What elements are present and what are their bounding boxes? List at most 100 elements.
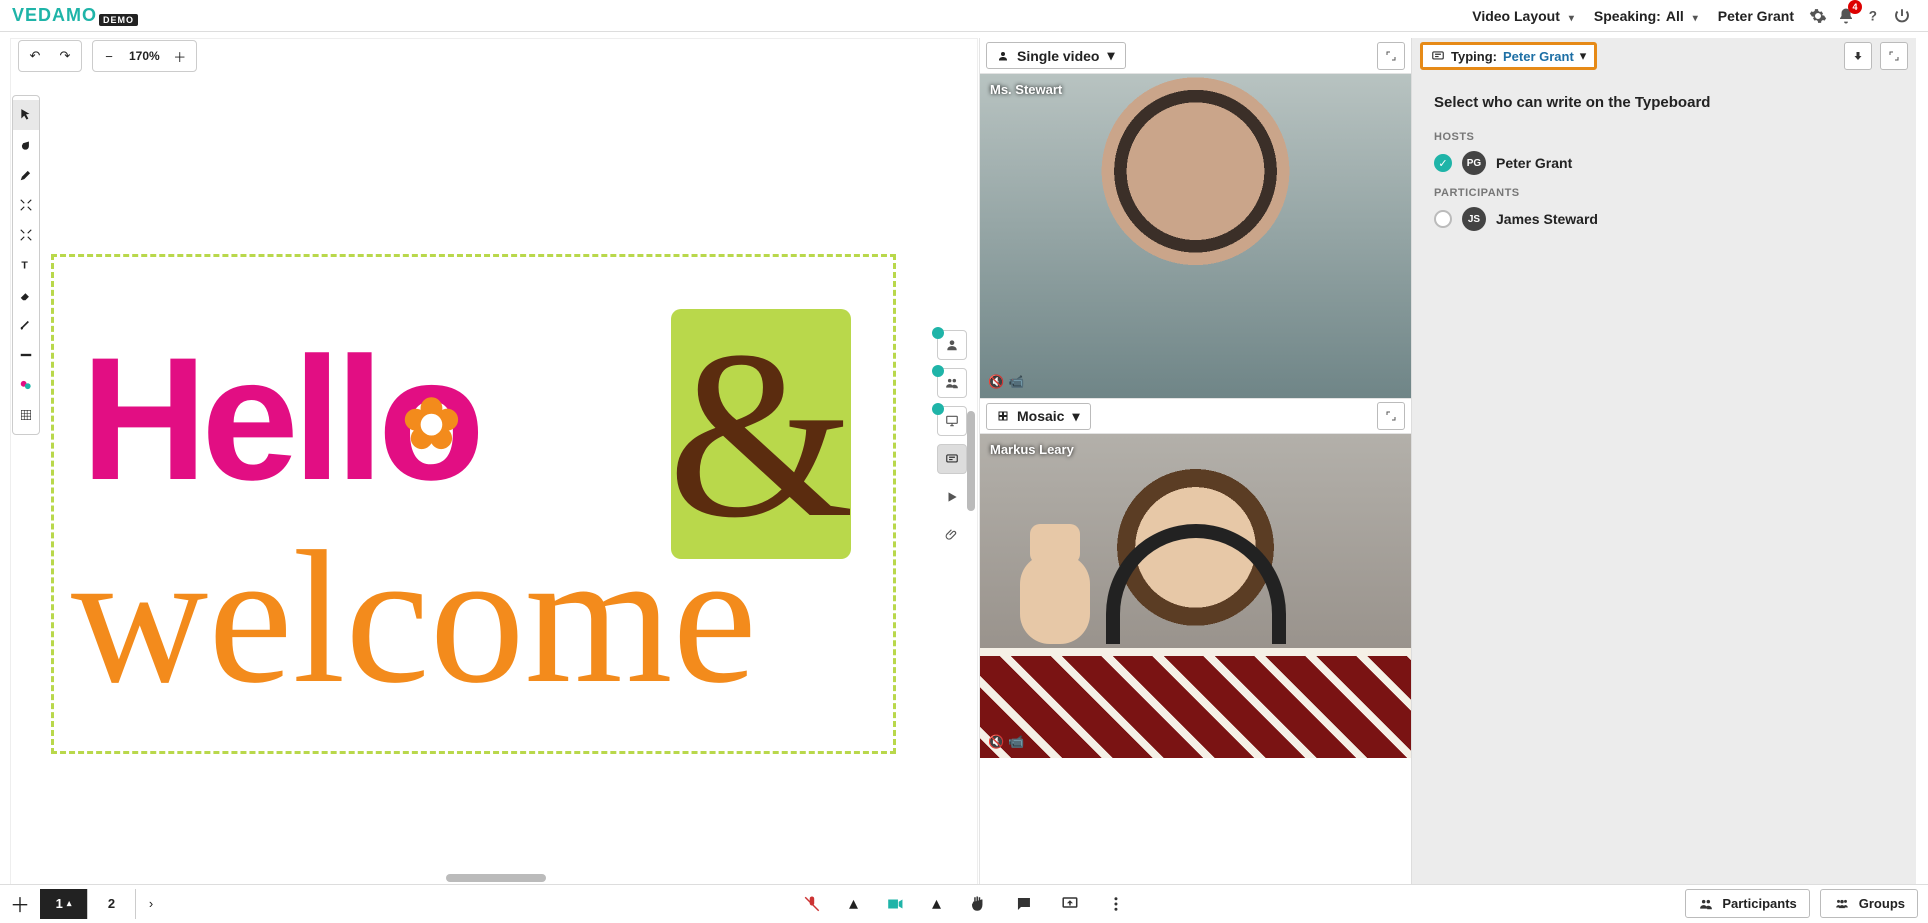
host-row[interactable]: ✓ PG Peter Grant (1434, 151, 1894, 175)
svg-text:T: T (21, 260, 28, 272)
groups-button[interactable]: Groups (1820, 889, 1918, 918)
host-name: Peter Grant (1496, 155, 1572, 171)
video-tile-1-name: Ms. Stewart (990, 82, 1062, 97)
help-icon: ? (1865, 7, 1883, 25)
canvas-scroll-h[interactable] (446, 874, 546, 882)
speaking-label: Speaking: (1594, 8, 1661, 24)
attach-button[interactable] (937, 520, 967, 550)
screen-button[interactable] (937, 406, 967, 436)
hosts-label: HOSTS (1434, 131, 1894, 143)
hand-icon (19, 138, 33, 152)
panel-down-button[interactable] (1844, 42, 1872, 70)
settings-button[interactable] (1804, 2, 1832, 30)
host-checked-icon[interactable]: ✓ (1434, 154, 1452, 172)
speaking-menu[interactable]: Speaking: All (1584, 8, 1708, 24)
sweater-graphic (980, 648, 1411, 758)
video-tile-1[interactable]: Ms. Stewart 🔇 📹 (980, 74, 1411, 398)
drawing-tools: T (12, 95, 40, 435)
text-tool[interactable]: T (13, 250, 39, 280)
video-mode-dropdown[interactable]: Single video ▾ (986, 42, 1126, 69)
play-button[interactable] (937, 482, 967, 512)
participants-button[interactable]: Participants (1685, 889, 1809, 918)
brush-icon (19, 318, 33, 332)
video-mode-label: Single video (1017, 48, 1099, 64)
notifications-button[interactable]: 4 (1832, 2, 1860, 30)
share-screen-button[interactable] (1061, 895, 1079, 913)
groups-label: Groups (1859, 896, 1905, 911)
chat-button[interactable] (1015, 895, 1033, 913)
typeboard-button[interactable] (937, 444, 967, 474)
shapes-tool[interactable] (13, 370, 39, 400)
video-tile-2[interactable]: Markus Leary 🔇 📹 (980, 434, 1411, 758)
camera-icon (886, 895, 904, 913)
expand-tool[interactable] (13, 220, 39, 250)
line-tool[interactable] (13, 340, 39, 370)
page-1[interactable]: 1 ▴ (40, 889, 88, 919)
mosaic-expand-button[interactable] (1377, 402, 1405, 430)
participants-label: PARTICIPANTS (1434, 187, 1894, 199)
kebab-icon (1107, 895, 1125, 913)
grid-icon (19, 408, 33, 422)
video-expand-button[interactable] (1377, 42, 1405, 70)
add-participant-button[interactable] (937, 330, 967, 360)
more-button[interactable] (1107, 895, 1125, 913)
next-page-button[interactable]: › (136, 896, 166, 911)
raise-hand-button[interactable] (969, 895, 987, 913)
monitor-icon (945, 414, 959, 428)
select-tool[interactable] (13, 100, 39, 130)
camera-toggle[interactable] (886, 895, 904, 913)
video-layout-menu[interactable]: Video Layout (1462, 8, 1584, 24)
whiteboard-canvas[interactable]: Hello Hello✿ & welcome (10, 38, 978, 885)
cursor-icon (19, 108, 33, 122)
page-2[interactable]: 2 (88, 889, 136, 919)
top-bar: VEDAMODEMO Video Layout Speaking: All Pe… (0, 0, 1928, 32)
typeboard-icon (945, 452, 959, 466)
mosaic-dropdown[interactable]: Mosaic ▾ (986, 403, 1091, 430)
hand-graphic (1020, 554, 1090, 644)
pan-tool[interactable] (13, 130, 39, 160)
participant-row[interactable]: JS James Steward (1434, 207, 1894, 231)
groups-icon (1833, 897, 1851, 911)
redo-button[interactable]: ↷ (55, 48, 75, 64)
brush-tool[interactable] (13, 310, 39, 340)
shapes-icon (19, 378, 33, 392)
typeboard-icon (1431, 49, 1445, 63)
undo-button[interactable]: ↶ (25, 48, 45, 64)
power-button[interactable] (1888, 2, 1916, 30)
mic-toggle[interactable] (803, 895, 821, 913)
zoom-out-button[interactable]: − (99, 49, 119, 64)
participant-unchecked-icon[interactable] (1434, 210, 1452, 228)
mosaic-header: Mosaic ▾ (980, 398, 1411, 434)
collapse-tool[interactable] (13, 190, 39, 220)
add-group-button[interactable] (937, 368, 967, 398)
paperclip-icon (945, 528, 959, 542)
people-icon (1698, 897, 1714, 911)
camera-on-icon: 📹 (1008, 734, 1024, 750)
brand-logo: VEDAMODEMO (12, 5, 138, 26)
mic-muted-icon: 🔇 (988, 734, 1004, 750)
brand-name: VEDAMO (12, 5, 97, 25)
share-icon (1061, 895, 1079, 913)
grid-tool[interactable] (13, 400, 39, 430)
zoom-in-button[interactable]: ＋ (170, 47, 190, 66)
mic-options[interactable]: ▴ (849, 893, 858, 914)
flower-icon: ✿ (402, 383, 455, 465)
welcome-text: welcome (71, 509, 757, 727)
gear-icon (1809, 7, 1827, 25)
eraser-tool[interactable] (13, 280, 39, 310)
svg-text:?: ? (1869, 8, 1877, 23)
expand-icon (1385, 50, 1397, 62)
help-button[interactable]: ? (1860, 2, 1888, 30)
expand-icon (1888, 50, 1900, 62)
line-icon (19, 348, 33, 362)
bottom-center-controls: ▴ ▴ (803, 893, 1125, 914)
typing-dropdown[interactable]: Typing: Peter Grant ▾ (1420, 42, 1597, 70)
panel-expand-button[interactable] (1880, 42, 1908, 70)
pointer-tool[interactable] (13, 160, 39, 190)
expand-icon (1385, 410, 1397, 422)
add-page-button[interactable]: ＋ (0, 885, 40, 923)
video-layout-label: Video Layout (1472, 8, 1560, 24)
current-user[interactable]: Peter Grant (1708, 8, 1804, 24)
camera-options[interactable]: ▴ (932, 893, 941, 914)
mic-muted-icon: 🔇 (988, 374, 1004, 390)
